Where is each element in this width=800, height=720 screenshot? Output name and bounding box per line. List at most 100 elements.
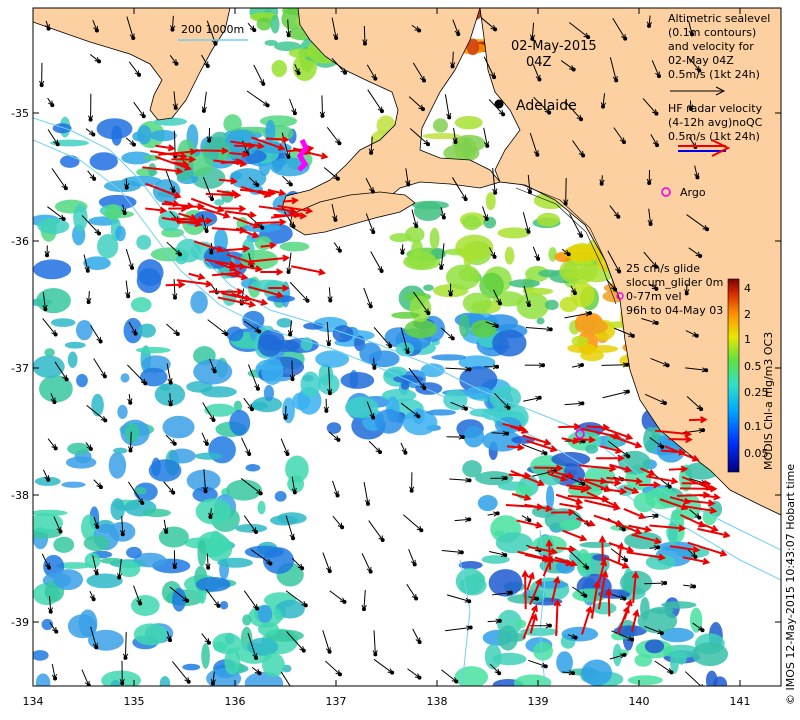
scale-label: 200 1000m: [181, 23, 244, 36]
altimetry-dot: [587, 311, 592, 316]
altimetry-dot: [141, 114, 146, 119]
altimetry-dot: [255, 386, 260, 391]
altimetry-dot: [463, 406, 468, 411]
altimetry-dot: [53, 332, 58, 337]
altimetry-dot: [334, 36, 339, 41]
altimetry-dot: [170, 27, 175, 32]
altimetry-dot: [450, 64, 455, 69]
chl-patch: [258, 622, 280, 637]
altimetry-dot: [98, 339, 103, 344]
chl-patch: [574, 318, 609, 335]
chl-patch: [536, 317, 545, 325]
altimetry-dot: [494, 323, 499, 328]
credit-text: © IMOS 12-May-2015 10:43:07 Hobart time: [784, 464, 797, 705]
altimetry-dot: [693, 554, 698, 559]
svg-text:(0.1m contours): (0.1m contours): [668, 26, 756, 39]
altimetry-dot: [171, 490, 176, 495]
altimetry-dot: [53, 446, 58, 451]
altimetry-dot: [64, 377, 69, 382]
altimetry-dot: [493, 27, 498, 32]
chl-patch: [429, 227, 440, 250]
chl-patch: [245, 464, 261, 472]
chl-patch: [279, 241, 310, 252]
altimetry-dot: [337, 141, 342, 146]
chl-patch: [100, 557, 123, 564]
altimetry-dot: [97, 59, 102, 64]
svg-text:0.5m/s (1kt 24h): 0.5m/s (1kt 24h): [668, 68, 760, 81]
altimetry-dot: [131, 36, 136, 41]
altimetry-dot: [447, 115, 452, 120]
chl-patch: [113, 447, 128, 454]
altimetry-dot: [268, 561, 273, 566]
chl-patch: [332, 325, 354, 343]
altimetry-dot: [362, 41, 367, 46]
altimetry-dot: [102, 374, 107, 379]
chl-patch: [224, 647, 241, 676]
altimetry-dot: [286, 154, 291, 159]
altimetry-dot: [39, 83, 44, 88]
altimetry-dot: [492, 75, 497, 80]
chl-patch: [110, 679, 121, 686]
altimetry-dot: [343, 70, 348, 75]
chl-patch: [548, 247, 557, 262]
svg-text:-38: -38: [11, 489, 29, 502]
chl-patch: [504, 246, 515, 265]
altimetry-dot: [417, 28, 422, 33]
altimetry-dot: [409, 488, 414, 493]
altimetry-dot: [86, 300, 91, 305]
altimetry-dot: [380, 538, 385, 543]
altimetry-dot: [46, 477, 51, 482]
altimetry-dot: [419, 528, 424, 533]
chl-patch: [52, 123, 72, 134]
altimetry-dot: [91, 597, 96, 602]
altimetry-dot: [255, 606, 260, 611]
altimetry-dot: [252, 28, 257, 33]
altimetry-dot: [288, 332, 293, 337]
altimetry-dot: [98, 485, 103, 490]
chl-patch: [581, 659, 613, 686]
altimetry-dot: [130, 265, 135, 270]
altimetry-dot: [327, 391, 332, 396]
altimetry-dot: [247, 451, 252, 456]
chl-patch: [256, 17, 272, 31]
chl-patch: [454, 115, 483, 130]
altimetry-dot: [379, 268, 384, 273]
altimetry-dot: [537, 77, 542, 82]
altimetry-dot: [258, 491, 263, 496]
altimetry-dot: [361, 607, 366, 612]
svg-text:02-May 04Z: 02-May 04Z: [668, 54, 734, 67]
svg-text:Altimetric sealevel: Altimetric sealevel: [668, 12, 770, 25]
chl-patch: [33, 650, 49, 661]
svg-text:HF radar velocity: HF radar velocity: [668, 102, 763, 115]
chl-patch: [242, 310, 265, 330]
altimetry-dot: [94, 645, 99, 650]
chl-patch: [592, 602, 617, 615]
altimetry-dot: [173, 105, 178, 110]
chl-patch: [226, 326, 244, 342]
chl-patch: [559, 519, 581, 530]
altimetry-dot: [648, 221, 653, 226]
altimetry-dot: [390, 670, 395, 675]
altimetry-dot: [48, 609, 53, 614]
altimetry-dot: [55, 142, 60, 147]
altimetry-dot: [705, 227, 710, 232]
chl-patch: [115, 225, 126, 242]
svg-text:134: 134: [23, 695, 44, 708]
svg-text:-36: -36: [11, 235, 29, 248]
altimetry-dot: [85, 268, 90, 273]
chl-patch: [668, 521, 678, 547]
altimetry-dot: [484, 216, 489, 221]
altimetry-dot: [543, 664, 548, 669]
chl-patch: [462, 292, 492, 314]
altimetry-dot: [140, 500, 145, 505]
chl-patch: [536, 212, 560, 227]
altimetry-dot: [663, 581, 668, 586]
altimetry-dot: [537, 395, 542, 400]
altimetry-dot: [581, 153, 586, 158]
altimetry-dot: [493, 190, 498, 195]
svg-text:4: 4: [744, 282, 751, 295]
altimetry-dot: [468, 625, 473, 630]
altimetry-dot: [630, 333, 635, 338]
chl-patch: [263, 547, 295, 574]
altimetry-dot: [172, 295, 177, 300]
